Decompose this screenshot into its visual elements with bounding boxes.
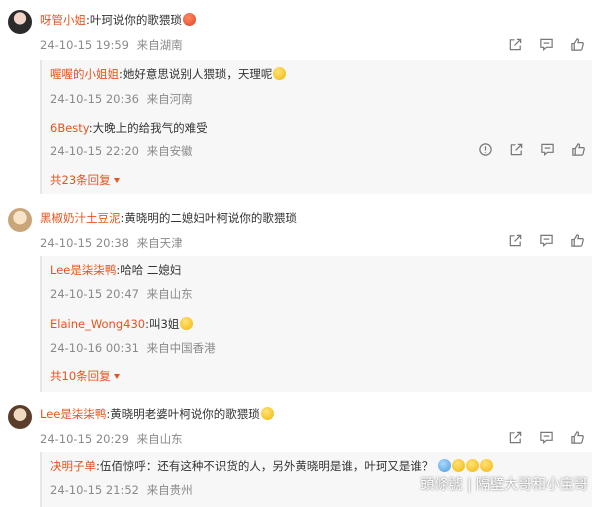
reply-body: 6Besty:大晚上的给我气的难受: [50, 121, 208, 135]
comment-location: 来自山东: [136, 432, 183, 446]
reply-username[interactable]: 决明子单: [50, 459, 96, 473]
reply-meta: 24-10-15 21:52 来自贵州: [50, 482, 193, 498]
avatar[interactable]: [8, 208, 32, 232]
comment-actions: [508, 233, 585, 248]
reply-divider: [40, 452, 42, 507]
reply-meta: 24-10-15 22:20 来自安徽: [50, 143, 193, 159]
reply-location: 来自山东: [146, 287, 193, 301]
reply-body: Lee是柒柒鸭:哈哈 二媳妇: [50, 263, 182, 277]
comment-text: 黄晓明老婆叶柯说你的歌猥琐: [110, 407, 260, 421]
reply-text: 叫3姐: [148, 317, 180, 331]
comment-actions: [508, 37, 585, 52]
reply-text: 她好意思说别人猥琐，天理呢: [122, 67, 273, 81]
comment-icon[interactable]: [539, 37, 554, 52]
like-icon[interactable]: [570, 233, 585, 248]
comment-time: 24-10-15 20:29: [40, 432, 129, 446]
comment-actions: [508, 430, 585, 445]
reply-text: 大晚上的给我气的难受: [92, 121, 208, 135]
reply-time: 24-10-15 20:36: [50, 92, 139, 106]
comment-icon[interactable]: [540, 142, 555, 157]
reply-username[interactable]: 6Besty: [50, 121, 89, 135]
crying-emoji-icon: [438, 459, 452, 472]
comment-username[interactable]: 黑椒奶汁土豆泥: [40, 211, 121, 225]
reply-meta: 24-10-15 20:36 来自河南: [50, 91, 193, 107]
comment-meta: 24-10-15 20:38 来自天津: [40, 235, 183, 251]
reply-body: Elaine_Wong430:叫3姐: [50, 316, 194, 332]
reply-username[interactable]: Lee是柒柒鸭: [50, 263, 116, 277]
reply-meta: 24-10-16 00:31 来自中国香港: [50, 340, 216, 356]
comment-body: 黑椒奶汁土豆泥:黄晓明的二媳妇叶柯说你的歌猥琐: [40, 211, 297, 225]
reply-time: 24-10-16 00:31: [50, 341, 139, 355]
reply-divider: [40, 60, 42, 194]
share-icon[interactable]: [508, 37, 523, 52]
like-icon[interactable]: [571, 142, 586, 157]
caret-down-icon: [113, 178, 120, 183]
comment-icon[interactable]: [539, 430, 554, 445]
reply-location: 来自贵州: [146, 483, 193, 497]
reply-location: 来自河南: [146, 92, 193, 106]
comment-location: 来自湖南: [136, 38, 183, 52]
avatar[interactable]: [8, 10, 32, 34]
comment-time: 24-10-15 19:59: [40, 38, 129, 52]
comment-meta: 24-10-15 20:29 来自山东: [40, 431, 183, 447]
reply-time: 24-10-15 20:47: [50, 287, 139, 301]
reply-body: 喔喔的小姐姐:她好意思说别人猥琐，天理呢: [50, 66, 287, 82]
comment-body: Lee是柒柒鸭:黄晓明老婆叶柯说你的歌猥琐: [40, 406, 274, 422]
reply-meta: 24-10-15 20:47 来自山东: [50, 286, 193, 302]
share-icon[interactable]: [508, 430, 523, 445]
reply-text: 伍佰惊呼：还有这种不识货的人，另外黄晓明是谁，叶珂又是谁？: [99, 459, 434, 473]
reply-body: 决明子单:伍佰惊呼：还有这种不识货的人，另外黄晓明是谁，叶珂又是谁？: [50, 458, 494, 474]
comment-location: 来自天津: [136, 236, 183, 250]
more-replies-link[interactable]: 共23条回复: [50, 172, 120, 188]
report-icon[interactable]: [478, 142, 493, 157]
smirk-emoji-icon: [180, 317, 194, 330]
laughing-tears-emoji-icon: [466, 459, 480, 472]
laughing-tears-emoji-icon: [480, 459, 494, 472]
reply-time: 24-10-15 21:52: [50, 483, 139, 497]
laughing-tears-emoji-icon: [452, 459, 466, 472]
reply-divider: [40, 256, 42, 392]
comment-username[interactable]: Lee是柒柒鸭: [40, 407, 106, 421]
red-face-emoji-icon: [182, 13, 196, 26]
reply-username[interactable]: 喔喔的小姐姐: [50, 67, 119, 81]
reply-location: 来自安徽: [146, 144, 193, 158]
reply-time: 24-10-15 22:20: [50, 144, 139, 158]
comment-body: 呀管小姐:叶珂说你的歌猥琐: [40, 12, 196, 28]
comment-icon[interactable]: [539, 233, 554, 248]
like-icon[interactable]: [570, 37, 585, 52]
comment-username[interactable]: 呀管小姐: [40, 13, 86, 27]
watermark: 頭條號 | 隔壁大哥和小宝哥: [420, 477, 588, 493]
avatar[interactable]: [8, 405, 32, 429]
comment-text: 黄晓明的二媳妇叶柯说你的歌猥琐: [124, 211, 297, 225]
reply-actions: [478, 142, 586, 157]
comment-meta: 24-10-15 19:59 来自湖南: [40, 37, 183, 53]
comment-time: 24-10-15 20:38: [40, 236, 129, 250]
share-icon[interactable]: [508, 233, 523, 248]
reply-username[interactable]: Elaine_Wong430: [50, 317, 145, 331]
share-icon[interactable]: [509, 142, 524, 157]
laughing-tears-emoji-icon: [273, 67, 287, 80]
reply-text: 哈哈 二媳妇: [120, 263, 182, 277]
reply-location: 来自中国香港: [146, 341, 216, 355]
like-icon[interactable]: [570, 430, 585, 445]
comment-text: 叶珂说你的歌猥琐: [89, 13, 182, 27]
caret-down-icon: [113, 374, 120, 379]
more-replies-link[interactable]: 共10条回复: [50, 368, 120, 384]
smile-emoji-icon: [260, 407, 274, 420]
